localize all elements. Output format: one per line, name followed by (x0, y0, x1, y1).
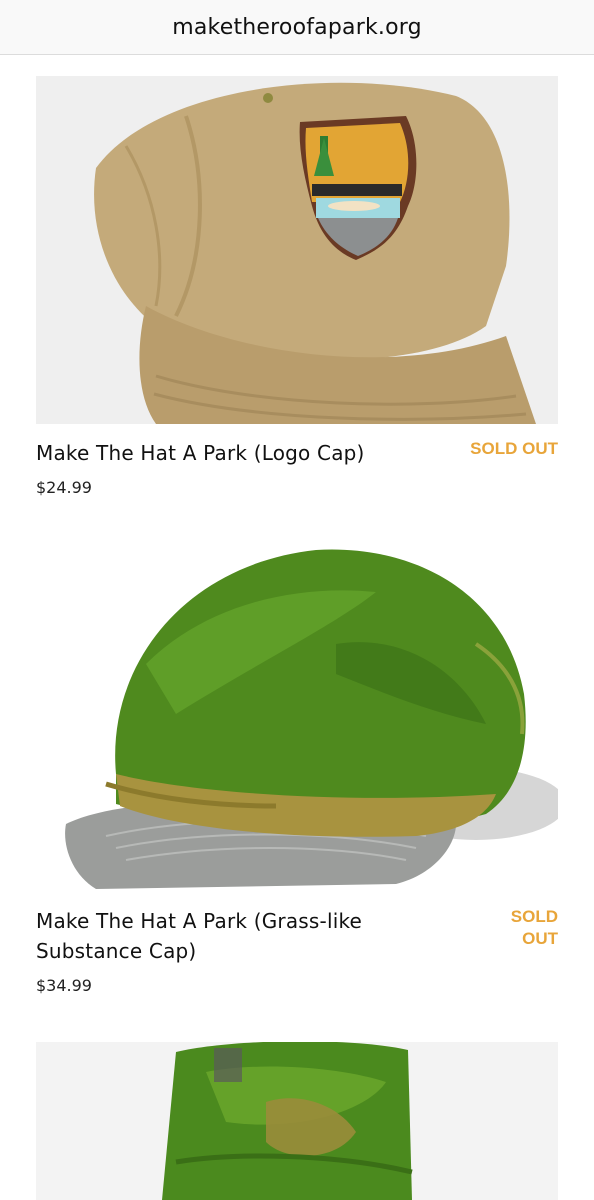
product-price: $34.99 (36, 976, 92, 995)
product-title[interactable]: Make The Hat A Park (Logo Cap) (36, 438, 436, 468)
product-image-grass-cap[interactable] (36, 544, 558, 892)
product-image-moss-item[interactable] (36, 1042, 558, 1200)
product-card[interactable]: Make The Hat A Park (Logo Cap) $24.99 SO… (36, 76, 558, 528)
product-title[interactable]: Make The Hat A Park (Grass-like Substanc… (36, 906, 436, 966)
product-card[interactable] (36, 1042, 558, 1200)
sold-out-badge: SOLD OUT (510, 907, 558, 948)
product-image-logo-cap[interactable] (36, 76, 558, 424)
product-card[interactable]: Make The Hat A Park (Grass-like Substanc… (36, 544, 558, 1016)
url-text: maketheroofapark.org (172, 14, 422, 40)
product-price: $24.99 (36, 478, 92, 497)
sold-out-badge: SOLD OUT (470, 439, 558, 458)
address-bar[interactable]: maketheroofapark.org (0, 0, 594, 55)
